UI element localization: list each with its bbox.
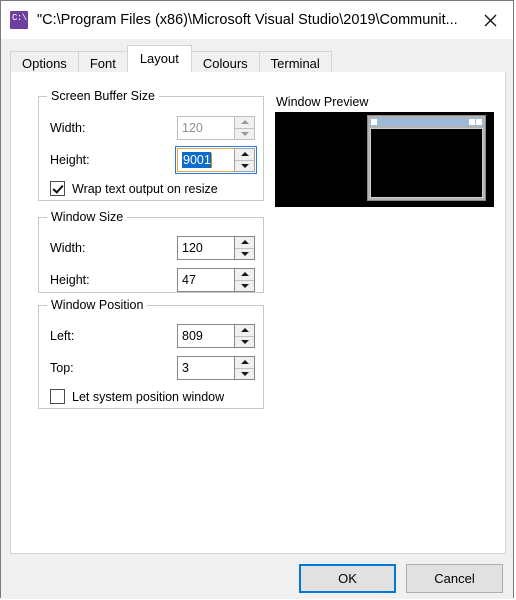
window-size-width-spin-down[interactable] xyxy=(235,248,254,259)
window-size-height-label: Height: xyxy=(50,273,90,287)
window-position-top-label: Top: xyxy=(50,361,74,375)
text-caret xyxy=(210,152,212,168)
screen-buffer-width-spin-buttons[interactable] xyxy=(234,116,255,140)
tab-layout[interactable]: Layout xyxy=(126,45,192,73)
title-bar: C:\ "C:\Program Files (x86)\Microsoft Vi… xyxy=(1,1,513,39)
cancel-button[interactable]: Cancel xyxy=(406,564,503,593)
window-size-height-input[interactable]: 47 xyxy=(177,268,234,292)
console-icon-glyph: C:\ xyxy=(12,13,27,23)
group-window-size-title: Window Size xyxy=(47,210,128,224)
group-window-position-title: Window Position xyxy=(47,298,148,312)
console-icon: C:\ xyxy=(10,11,28,29)
window-position-top-stepper[interactable]: 3 xyxy=(177,356,255,380)
window-size-width-input[interactable]: 120 xyxy=(177,236,234,260)
screen-buffer-height-stepper[interactable]: 9001 xyxy=(175,146,257,174)
group-window-size: Window Size Width: 120 Height: 47 xyxy=(38,210,264,293)
window-size-height-row: Height: xyxy=(50,268,90,292)
mini-window-close-icon xyxy=(476,119,482,125)
window-position-left-stepper[interactable]: 809 xyxy=(177,324,255,348)
screen-buffer-width-spin-up[interactable] xyxy=(235,117,254,129)
window-size-height-stepper[interactable]: 47 xyxy=(177,268,255,292)
mini-window-buttons xyxy=(469,119,482,125)
screen-buffer-height-spin-down[interactable] xyxy=(235,160,254,171)
console-properties-dialog: C:\ "C:\Program Files (x86)\Microsoft Vi… xyxy=(0,0,514,599)
group-window-position: Window Position Left: 809 Top: 3 Let sys… xyxy=(38,298,264,409)
wrap-text-output-label: Wrap text output on resize xyxy=(72,181,218,196)
window-preview-mini-window[interactable] xyxy=(367,115,486,201)
mini-window-system-icon xyxy=(371,119,377,125)
wrap-text-output-checkbox-row[interactable]: Wrap text output on resize xyxy=(50,181,218,196)
group-screen-buffer-size: Screen Buffer Size Width: 120 Height: 90… xyxy=(38,89,264,201)
window-position-top-spin-up[interactable] xyxy=(235,357,254,369)
layout-tab-panel: Screen Buffer Size Width: 120 Height: 90… xyxy=(10,72,506,554)
screen-buffer-width-input[interactable]: 120 xyxy=(177,116,234,140)
close-icon[interactable] xyxy=(467,4,513,36)
window-position-top-spin-buttons[interactable] xyxy=(234,356,255,380)
window-position-left-row: Left: xyxy=(50,324,74,348)
window-position-left-input[interactable]: 809 xyxy=(177,324,234,348)
let-system-position-label: Let system position window xyxy=(72,389,225,404)
window-size-height-spin-buttons[interactable] xyxy=(234,268,255,292)
window-size-width-label: Width: xyxy=(50,241,86,255)
mini-window-client-area xyxy=(370,128,483,198)
wrap-text-output-checkbox[interactable] xyxy=(50,181,65,196)
window-position-left-spin-buttons[interactable] xyxy=(234,324,255,348)
screen-buffer-height-spin-buttons[interactable] xyxy=(234,148,255,172)
window-position-top-row: Top: xyxy=(50,356,74,380)
mini-window-minimize-icon xyxy=(469,119,475,125)
dialog-footer: OK Cancel xyxy=(1,558,513,599)
group-screen-buffer-size-title: Screen Buffer Size xyxy=(47,89,159,103)
window-position-left-spin-up[interactable] xyxy=(235,325,254,337)
window-size-height-spin-down[interactable] xyxy=(235,280,254,291)
window-title: "C:\Program Files (x86)\Microsoft Visual… xyxy=(37,12,458,28)
window-size-width-spin-up[interactable] xyxy=(235,237,254,249)
tab-strip: Options Font Layout Colours Terminal xyxy=(10,45,506,75)
let-system-position-checkbox[interactable] xyxy=(50,389,65,404)
window-position-top-spin-down[interactable] xyxy=(235,368,254,379)
screen-buffer-height-spin-up[interactable] xyxy=(235,149,254,161)
screen-buffer-width-spin-down[interactable] xyxy=(235,128,254,139)
screen-buffer-width-label: Width: xyxy=(50,121,86,135)
window-preview-screen[interactable] xyxy=(275,112,494,207)
window-position-left-spin-down[interactable] xyxy=(235,336,254,347)
screen-buffer-height-selected-text: 9001 xyxy=(182,152,211,168)
screen-buffer-width-stepper[interactable]: 120 xyxy=(177,116,255,140)
window-size-height-spin-up[interactable] xyxy=(235,269,254,281)
let-system-position-checkbox-row[interactable]: Let system position window xyxy=(50,389,224,404)
window-preview-title: Window Preview xyxy=(276,95,369,109)
window-size-width-spin-buttons[interactable] xyxy=(234,236,255,260)
window-position-left-label: Left: xyxy=(50,329,75,343)
window-position-top-input[interactable]: 3 xyxy=(177,356,234,380)
screen-buffer-height-label: Height: xyxy=(50,153,90,167)
screen-buffer-height-input[interactable]: 9001 xyxy=(177,148,234,172)
screen-buffer-height-row: Height: xyxy=(50,148,90,172)
window-size-width-row: Width: xyxy=(50,236,85,260)
window-size-width-stepper[interactable]: 120 xyxy=(177,236,255,260)
screen-buffer-width-row: Width: xyxy=(50,116,85,140)
ok-button[interactable]: OK xyxy=(299,564,396,593)
mini-window-titlebar xyxy=(370,118,483,126)
